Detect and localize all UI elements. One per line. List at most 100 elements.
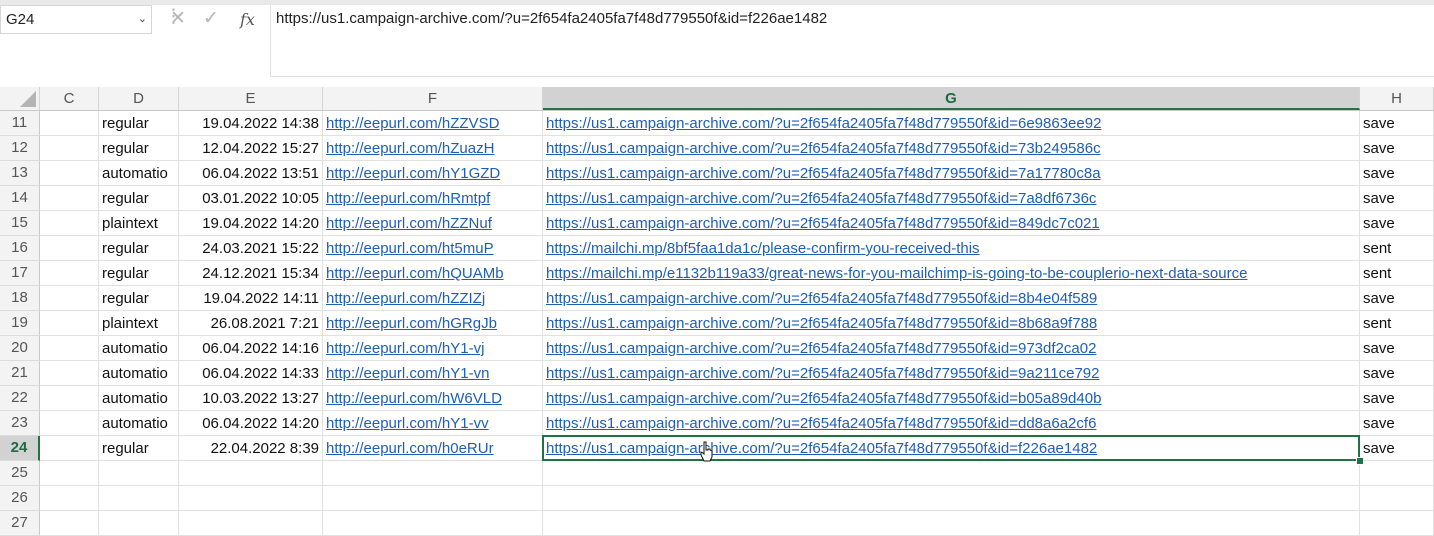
cell-g26[interactable] <box>543 486 1360 511</box>
cell-d24[interactable]: regular <box>99 436 179 461</box>
fill-handle[interactable] <box>1356 457 1364 465</box>
cell-c26[interactable] <box>40 486 99 511</box>
cell-f15[interactable]: http://eepurl.com/hZZNuf <box>323 211 543 236</box>
chevron-down-icon[interactable]: ⌄ <box>138 6 147 33</box>
row-header-23[interactable]: 23 <box>0 411 40 436</box>
cell-d21[interactable]: automatio <box>99 361 179 386</box>
cell-g20[interactable]: https://us1.campaign-archive.com/?u=2f65… <box>543 336 1360 361</box>
row-header-12[interactable]: 12 <box>0 136 40 161</box>
cell-c18[interactable] <box>40 286 99 311</box>
cell-f17[interactable]: http://eepurl.com/hQUAMb <box>323 261 543 286</box>
row-header-19[interactable]: 19 <box>0 311 40 336</box>
cell-g22[interactable]: https://us1.campaign-archive.com/?u=2f65… <box>543 386 1360 411</box>
cell-d23[interactable]: automatio <box>99 411 179 436</box>
cell-h14[interactable]: save <box>1360 186 1434 211</box>
row-header-15[interactable]: 15 <box>0 211 40 236</box>
cell-c13[interactable] <box>40 161 99 186</box>
cell-e27[interactable] <box>179 511 323 536</box>
cell-d14[interactable]: regular <box>99 186 179 211</box>
cell-h25[interactable] <box>1360 461 1434 486</box>
cell-e12[interactable]: 12.04.2022 15:27 <box>179 136 323 161</box>
cell-h12[interactable]: save <box>1360 136 1434 161</box>
cell-e21[interactable]: 06.04.2022 14:33 <box>179 361 323 386</box>
cell-h24[interactable]: save <box>1360 436 1434 461</box>
cell-f12[interactable]: http://eepurl.com/hZuazH <box>323 136 543 161</box>
cell-h16[interactable]: sent <box>1360 236 1434 261</box>
cell-f21[interactable]: http://eepurl.com/hY1-vn <box>323 361 543 386</box>
cell-f27[interactable] <box>323 511 543 536</box>
cell-h19[interactable]: sent <box>1360 311 1434 336</box>
cell-g19[interactable]: https://us1.campaign-archive.com/?u=2f65… <box>543 311 1360 336</box>
cell-g14[interactable]: https://us1.campaign-archive.com/?u=2f65… <box>543 186 1360 211</box>
column-header-h[interactable]: H <box>1360 87 1434 110</box>
row-header-20[interactable]: 20 <box>0 336 40 361</box>
row-header-11[interactable]: 11 <box>0 111 40 136</box>
cell-f23[interactable]: http://eepurl.com/hY1-vv <box>323 411 543 436</box>
cancel-icon[interactable]: ✕ <box>170 7 186 30</box>
cell-e24[interactable]: 22.04.2022 8:39 <box>179 436 323 461</box>
cell-e22[interactable]: 10.03.2022 13:27 <box>179 386 323 411</box>
cell-c12[interactable] <box>40 136 99 161</box>
cell-c19[interactable] <box>40 311 99 336</box>
cell-d13[interactable]: automatio <box>99 161 179 186</box>
cell-g18[interactable]: https://us1.campaign-archive.com/?u=2f65… <box>543 286 1360 311</box>
cell-h18[interactable]: save <box>1360 286 1434 311</box>
cell-g12[interactable]: https://us1.campaign-archive.com/?u=2f65… <box>543 136 1360 161</box>
cell-h15[interactable]: save <box>1360 211 1434 236</box>
cell-h27[interactable] <box>1360 511 1434 536</box>
cell-g27[interactable] <box>543 511 1360 536</box>
cell-h23[interactable]: save <box>1360 411 1434 436</box>
name-box[interactable]: G24 ⌄ <box>0 5 152 34</box>
cell-f20[interactable]: http://eepurl.com/hY1-vj <box>323 336 543 361</box>
cell-g15[interactable]: https://us1.campaign-archive.com/?u=2f65… <box>543 211 1360 236</box>
cell-h11[interactable]: save <box>1360 111 1434 136</box>
cell-e13[interactable]: 06.04.2022 13:51 <box>179 161 323 186</box>
spreadsheet-grid[interactable]: CDEFGH 11 regular 19.04.2022 14:38 http://e… <box>0 87 1434 536</box>
cell-d27[interactable] <box>99 511 179 536</box>
row-header-18[interactable]: 18 <box>0 286 40 311</box>
row-header-17[interactable]: 17 <box>0 261 40 286</box>
cell-c22[interactable] <box>40 386 99 411</box>
row-header-26[interactable]: 26 <box>0 486 40 511</box>
cell-g11[interactable]: https://us1.campaign-archive.com/?u=2f65… <box>543 111 1360 136</box>
cell-c23[interactable] <box>40 411 99 436</box>
enter-icon[interactable]: ✓ <box>203 7 219 30</box>
cell-d25[interactable] <box>99 461 179 486</box>
row-header-16[interactable]: 16 <box>0 236 40 261</box>
cell-d19[interactable]: plaintext <box>99 311 179 336</box>
cell-h13[interactable]: save <box>1360 161 1434 186</box>
cell-e17[interactable]: 24.12.2021 15:34 <box>179 261 323 286</box>
cell-f22[interactable]: http://eepurl.com/hW6VLD <box>323 386 543 411</box>
cell-f19[interactable]: http://eepurl.com/hGRgJb <box>323 311 543 336</box>
cell-d26[interactable] <box>99 486 179 511</box>
cell-c16[interactable] <box>40 236 99 261</box>
cell-d16[interactable]: regular <box>99 236 179 261</box>
cell-e20[interactable]: 06.04.2022 14:16 <box>179 336 323 361</box>
cell-e14[interactable]: 03.01.2022 10:05 <box>179 186 323 211</box>
cell-g25[interactable] <box>543 461 1360 486</box>
cell-g23[interactable]: https://us1.campaign-archive.com/?u=2f65… <box>543 411 1360 436</box>
cell-e19[interactable]: 26.08.2021 7:21 <box>179 311 323 336</box>
function-icon[interactable]: fx <box>240 10 255 29</box>
cell-h20[interactable]: save <box>1360 336 1434 361</box>
row-header-14[interactable]: 14 <box>0 186 40 211</box>
cell-g17[interactable]: https://mailchi.mp/e1132b119a33/great-ne… <box>543 261 1360 286</box>
cell-c17[interactable] <box>40 261 99 286</box>
cell-f14[interactable]: http://eepurl.com/hRmtpf <box>323 186 543 211</box>
cell-f25[interactable] <box>323 461 543 486</box>
formula-input[interactable]: https://us1.campaign-archive.com/?u=2f65… <box>276 10 827 27</box>
cell-e26[interactable] <box>179 486 323 511</box>
cell-f13[interactable]: http://eepurl.com/hY1GZD <box>323 161 543 186</box>
row-header-21[interactable]: 21 <box>0 361 40 386</box>
row-header-22[interactable]: 22 <box>0 386 40 411</box>
cell-c25[interactable] <box>40 461 99 486</box>
cell-e16[interactable]: 24.03.2021 15:22 <box>179 236 323 261</box>
cell-c27[interactable] <box>40 511 99 536</box>
cell-g24[interactable]: https://us1.campaign-archive.com/?u=2f65… <box>543 436 1360 461</box>
cell-e11[interactable]: 19.04.2022 14:38 <box>179 111 323 136</box>
cell-g21[interactable]: https://us1.campaign-archive.com/?u=2f65… <box>543 361 1360 386</box>
cell-f26[interactable] <box>323 486 543 511</box>
row-header-24[interactable]: 24 <box>0 436 40 461</box>
column-header-f[interactable]: F <box>323 87 543 110</box>
column-header-e[interactable]: E <box>179 87 323 110</box>
